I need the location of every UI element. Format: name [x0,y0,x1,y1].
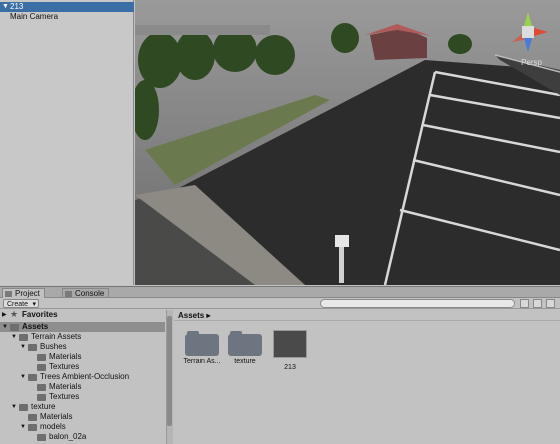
folder-icon [28,344,37,351]
tree-item[interactable]: ▼ Trees Ambient-Occlusion [0,372,165,382]
tree-item-label: texture [31,402,56,411]
hierarchy-item-scene[interactable]: ▼ 213 [0,2,134,12]
axis-gizmo-icon [512,12,548,52]
folder-icon [37,394,46,401]
tree-item-label: Terrain Assets [31,332,82,341]
tree-item-label: Materials [49,382,82,391]
scene-render [135,0,560,285]
folder-icon [37,354,46,361]
tree-item[interactable]: Materials [0,412,165,422]
expand-arrow-icon[interactable]: ▼ [2,2,9,12]
tree-item[interactable]: balon_02a [0,432,165,442]
folder-icon [37,364,46,371]
asset-item[interactable]: Terrain As... [182,330,222,365]
hierarchy-item-main-camera[interactable]: Main Camera [0,12,134,22]
folder-icon [185,331,219,356]
tab-label: Console [75,289,105,298]
model-prefab-icon [273,330,307,358]
folder-icon [10,324,19,331]
folder-icon [5,291,12,297]
folder-icon [37,384,46,391]
expand-arrow-icon[interactable]: ▼ [2,322,8,332]
tree-scrollbar-thumb[interactable] [167,316,172,426]
favorites-row[interactable]: ▶ ★ Favorites [0,310,165,320]
filter-label-icon[interactable] [533,299,542,308]
asset-item[interactable]: 213 [270,330,310,371]
folder-icon [19,404,28,411]
tree-item-label: Bushes [40,342,67,351]
tree-item-label: models [40,422,66,431]
folder-icon [28,424,37,431]
create-button[interactable]: Create [3,299,40,309]
asset-item[interactable]: texture [225,330,265,365]
tree-item-label: Trees Ambient-Occlusion [40,372,130,381]
star-icon: ★ [10,310,19,319]
tree-item-label: Materials [40,412,73,421]
asset-label: Terrain As... [183,358,221,365]
favorites-label: Favorites [22,310,58,319]
tree-item-label: Textures [49,392,80,401]
tree-item[interactable]: ▼ models [0,422,165,432]
tree-item-label: Textures [49,362,80,371]
folder-icon [228,331,262,356]
tree-item[interactable]: Materials [0,382,165,392]
tree-item[interactable]: Materials [0,352,165,362]
tree-item[interactable]: ▼ Terrain Assets [0,332,165,342]
assets-panel: Assets ▸ Terrain As... texture 213 [174,310,560,444]
expand-arrow-icon[interactable]: ▼ [11,332,17,342]
tree-item[interactable]: ▼ Bushes [0,342,165,352]
folder-icon [19,334,28,341]
console-icon [65,291,72,297]
hierarchy-item-label: Main Camera [10,12,59,21]
expand-arrow-icon[interactable]: ▼ [20,342,26,352]
folder-icon [28,414,37,421]
expand-arrow-icon[interactable]: ▶ [2,310,7,320]
tab-label: Project [15,289,40,298]
asset-label: texture [234,358,256,365]
hierarchy-panel: ▼ 213 Main Camera [0,0,134,285]
hierarchy-item-label: 213 [10,2,24,11]
breadcrumb-assets[interactable]: Assets ▸ [178,311,210,320]
asset-label: 213 [284,364,296,371]
scene-view[interactable]: Persp [135,0,560,285]
tree-item[interactable]: Textures [0,392,165,402]
tree-item-label: Materials [49,352,82,361]
orientation-gizmo[interactable] [504,8,552,56]
tree-item[interactable]: ▼ texture [0,402,165,412]
tree-item-label: Assets [22,322,49,331]
folder-icon [28,374,37,381]
filter-type-icon[interactable] [520,299,529,308]
expand-arrow-icon[interactable]: ▼ [11,402,17,412]
folder-icon [37,434,46,441]
search-input[interactable] [320,299,515,308]
expand-arrow-icon[interactable]: ▼ [20,422,26,432]
breadcrumb: Assets ▸ [174,310,560,321]
tree-item[interactable]: ▼ Assets [0,322,165,332]
project-toolbar: Create [0,298,560,309]
bottom-tab-bar: Project Console [0,286,560,299]
project-tree: ▶ ★ Favorites ▼ Assets ▼ Terrain Assets ▼ Bus… [0,310,165,444]
expand-arrow-icon[interactable]: ▼ [20,372,26,382]
tree-item[interactable]: Textures [0,362,165,372]
projection-label[interactable]: Persp [521,58,542,67]
tree-item-label: balon_02a [49,432,87,441]
favorite-star-icon[interactable] [546,299,555,308]
